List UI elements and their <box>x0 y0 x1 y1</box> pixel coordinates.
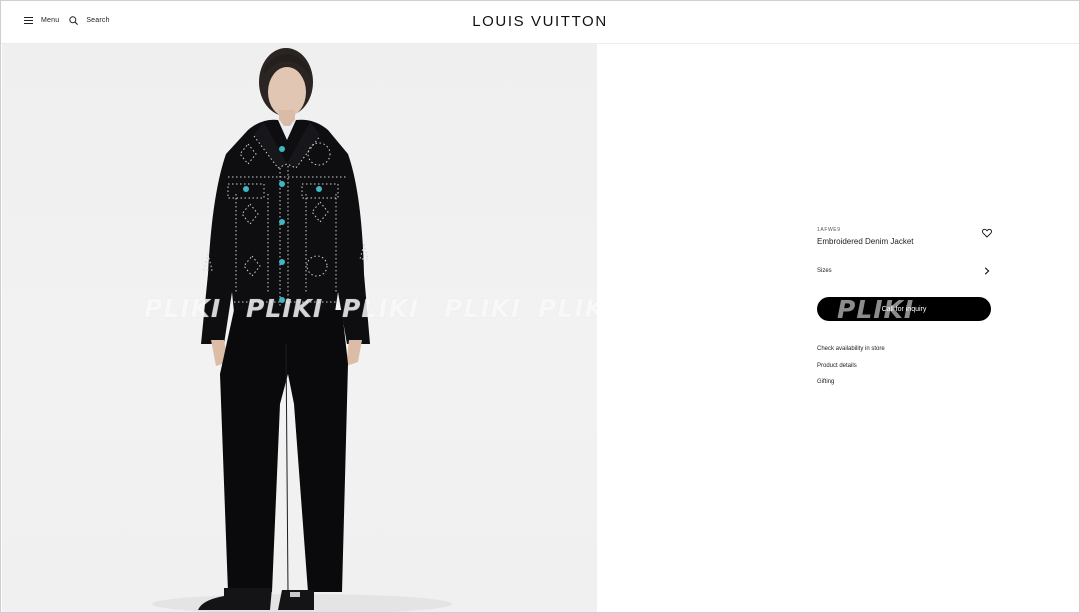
model-photo <box>152 48 452 612</box>
sizes-label: Sizes <box>817 268 832 274</box>
product-title: Embroidered Denim Jacket <box>817 237 914 246</box>
product-links: Check availability in store Product deta… <box>817 346 885 396</box>
watermark-text: PLIKI <box>444 294 522 323</box>
check-availability-link[interactable]: Check availability in store <box>817 346 885 353</box>
watermark-text: PLIKI <box>246 294 324 323</box>
call-for-inquiry-button[interactable]: PLIKI Call for inquiry <box>817 297 991 321</box>
page: Menu Search LOUIS VUITTON PLIKI PLIKI PL… <box>0 0 1080 613</box>
product-info: 1AFWE9 Embroidered Denim Jacket Sizes PL… <box>817 227 992 385</box>
cta-label: Call for inquiry <box>881 305 927 313</box>
product-sku: 1AFWE9 <box>817 227 841 233</box>
sizes-selector[interactable]: Sizes <box>817 267 992 275</box>
product-image[interactable]: PLIKI PLIKI PLIKI PLIKI PLIKI <box>2 44 597 612</box>
brand-logo[interactable]: LOUIS VUITTON <box>1 13 1079 30</box>
chevron-right-icon <box>984 267 990 275</box>
gifting-link[interactable]: Gifting <box>817 379 885 386</box>
product-details-link[interactable]: Product details <box>817 363 885 370</box>
site-header: Menu Search LOUIS VUITTON <box>1 1 1079 44</box>
watermark-text: PLIKI <box>144 294 222 323</box>
watermark-text: PLIKI <box>342 294 420 323</box>
watermark-text: PLIKI <box>538 294 597 323</box>
heart-icon[interactable] <box>982 228 992 238</box>
watermark-row: PLIKI PLIKI PLIKI PLIKI PLIKI <box>2 294 597 324</box>
